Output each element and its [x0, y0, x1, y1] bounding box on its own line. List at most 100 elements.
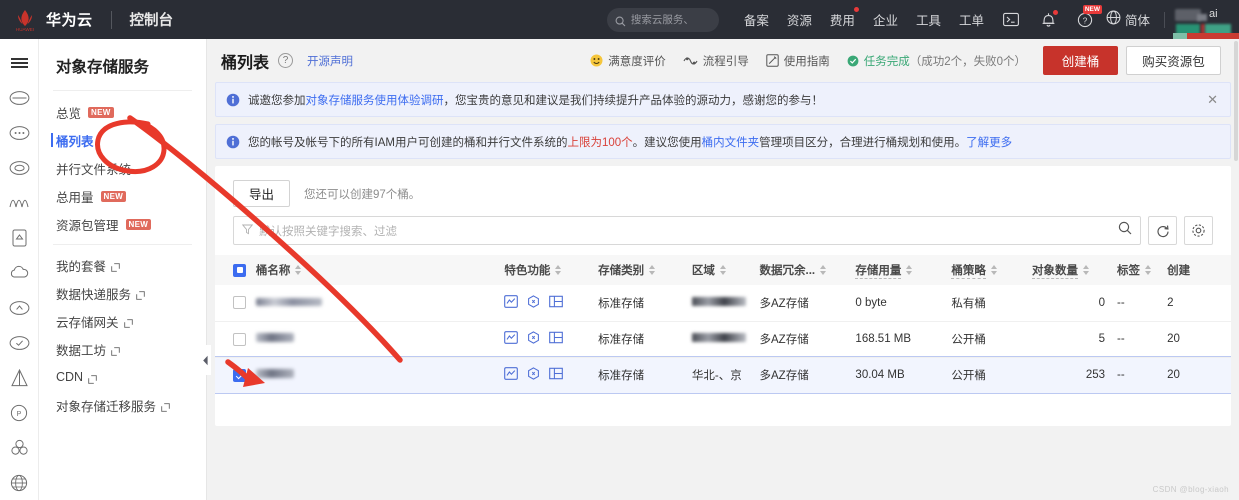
- layout-icon[interactable]: [549, 295, 564, 308]
- search-icon[interactable]: [1118, 221, 1132, 240]
- select-all-checkbox[interactable]: [233, 263, 246, 277]
- col-object-count[interactable]: 对象数量: [1026, 255, 1112, 285]
- cloud-dots-icon[interactable]: [0, 115, 39, 150]
- wave-icon[interactable]: [0, 185, 39, 220]
- sidebar-item-data-express[interactable]: 数据快递服务: [39, 279, 206, 307]
- question-mark-icon[interactable]: ?: [278, 53, 294, 68]
- sidebar-item-label: 我的套餐: [56, 259, 107, 274]
- guide-book-icon: [766, 54, 779, 67]
- cloud-server-icon[interactable]: [0, 80, 39, 115]
- col-policy[interactable]: 桶策略: [945, 255, 1026, 285]
- nav-item-tickets[interactable]: 工单: [959, 10, 984, 29]
- cloud-outline-icon[interactable]: [0, 255, 39, 290]
- sort-icon[interactable]: [649, 265, 656, 275]
- bucket-folder-link[interactable]: 桶内文件夹: [702, 137, 760, 149]
- nav-item-enterprise[interactable]: 企业: [873, 10, 898, 29]
- refresh-button[interactable]: [1148, 216, 1177, 245]
- settings-button[interactable]: [1184, 216, 1213, 245]
- avatar[interactable]: ai: [1173, 5, 1231, 35]
- help-icon[interactable]: ? NEW: [1077, 5, 1102, 28]
- sort-icon[interactable]: [906, 265, 913, 275]
- nav-item-billing[interactable]: 费用: [830, 7, 859, 29]
- monitor-icon[interactable]: [504, 294, 519, 308]
- page-scrollbar[interactable]: [1233, 39, 1239, 500]
- bell-icon[interactable]: [1040, 10, 1058, 28]
- close-icon[interactable]: ✕: [1205, 92, 1220, 108]
- sidebar-item-data-workshop[interactable]: 数据工坊: [39, 335, 206, 363]
- document-icon[interactable]: [0, 220, 39, 255]
- cloud-stack-icon[interactable]: [0, 150, 39, 185]
- row-checkbox[interactable]: [233, 332, 246, 346]
- survey-link[interactable]: 对象存储服务使用体验调研: [306, 95, 444, 107]
- monitor-icon[interactable]: [504, 331, 519, 344]
- learn-more-link[interactable]: 了解更多: [966, 137, 1012, 149]
- global-search-input[interactable]: 搜索云服务、: [606, 7, 719, 32]
- sidebar-item-bucket-list[interactable]: 桶列表: [39, 126, 206, 154]
- table-row[interactable]: 标准存储 多AZ存储 0 byte 私有桶 0 -- 2: [215, 285, 1231, 322]
- task-status[interactable]: 任务完成 （成功2个，失败0个）: [847, 53, 1026, 69]
- sidebar-item-storage-gateway[interactable]: 云存储网关: [39, 307, 206, 335]
- cloud-check-icon[interactable]: [0, 325, 39, 360]
- sort-icon[interactable]: [1083, 265, 1089, 275]
- row-checkbox[interactable]: [233, 296, 246, 310]
- cell-created: 20: [1161, 357, 1231, 394]
- cdn-icon[interactable]: [527, 295, 540, 308]
- sidebar-item-package-mgmt[interactable]: 资源包管理 NEW: [39, 210, 206, 238]
- buy-package-button[interactable]: 购买资源包: [1126, 46, 1221, 75]
- table-row[interactable]: 标准存储 华北-、京 多AZ存储 30.04 MB 公开桶 253 -- 20: [215, 356, 1231, 394]
- nav-item-tools[interactable]: 工具: [916, 10, 941, 29]
- cell-bucket-name[interactable]: [249, 321, 499, 358]
- sort-icon[interactable]: [820, 265, 827, 275]
- col-redundancy[interactable]: 数据冗余...: [753, 255, 850, 285]
- row-select-cell: [215, 321, 250, 358]
- col-storage-class[interactable]: 存储类别: [592, 255, 686, 285]
- col-features[interactable]: 特色功能: [498, 255, 593, 285]
- sidebar-collapse-button[interactable]: [200, 345, 211, 375]
- open-source-statement-link[interactable]: 开源声明: [307, 53, 353, 69]
- sort-icon[interactable]: [555, 265, 562, 275]
- cloud-upload-icon[interactable]: [0, 290, 39, 325]
- create-bucket-button[interactable]: 创建桶: [1043, 46, 1118, 75]
- nav-item-resources[interactable]: 资源: [787, 10, 812, 29]
- flow-guide-button[interactable]: 流程引导: [683, 53, 749, 69]
- col-tags[interactable]: 标签: [1111, 255, 1162, 285]
- cell-bucket-name[interactable]: [249, 285, 499, 322]
- monitor-icon[interactable]: [504, 367, 519, 380]
- user-guide-button[interactable]: 使用指南: [766, 53, 830, 69]
- satisfaction-survey-button[interactable]: 满意度评价: [590, 53, 666, 69]
- search-input[interactable]: 默认按照关键字搜索、过滤: [233, 216, 1141, 245]
- sort-icon[interactable]: [295, 265, 302, 275]
- sidebar-item-total-usage[interactable]: 总用量 NEW: [39, 182, 206, 210]
- language-selector[interactable]: 简体: [1106, 10, 1150, 30]
- hamburger-icon[interactable]: [0, 45, 39, 80]
- sidebar-item-my-package[interactable]: 我的套餐: [39, 251, 206, 279]
- sidebar-item-overview[interactable]: 总览 NEW: [39, 98, 206, 126]
- sort-icon[interactable]: [719, 265, 726, 275]
- layout-icon[interactable]: [549, 331, 564, 344]
- nav-item-beian[interactable]: 备案: [744, 10, 769, 29]
- col-usage[interactable]: 存储用量: [849, 255, 946, 285]
- huawei-logo-icon[interactable]: HUAWEI: [12, 7, 38, 33]
- cell-features: [498, 285, 593, 322]
- sidebar-item-cdn[interactable]: CDN: [39, 363, 206, 391]
- console-label[interactable]: 控制台: [130, 9, 174, 30]
- col-created[interactable]: 创建: [1161, 255, 1231, 285]
- row-checkbox[interactable]: [233, 368, 246, 382]
- cluster-icon[interactable]: [0, 430, 39, 465]
- cloudshell-icon[interactable]: [1003, 11, 1020, 28]
- cell-bucket-name[interactable]: [249, 357, 499, 394]
- cdn-icon[interactable]: [527, 331, 540, 344]
- globe-web-icon[interactable]: [0, 465, 39, 500]
- sort-icon[interactable]: [1145, 265, 1152, 275]
- ip-circle-icon[interactable]: P: [0, 395, 39, 430]
- layout-icon[interactable]: [549, 367, 564, 380]
- export-button[interactable]: 导出: [233, 180, 290, 207]
- cdn-icon[interactable]: [527, 367, 540, 380]
- sidebar-item-parallel-fs[interactable]: 并行文件系统: [39, 154, 206, 182]
- triangle-prism-icon[interactable]: [0, 360, 39, 395]
- sort-icon[interactable]: [990, 265, 997, 275]
- col-bucket-name[interactable]: 桶名称: [249, 255, 499, 285]
- table-row[interactable]: 标准存储 多AZ存储 168.51 MB 公开桶 5 -- 20: [215, 321, 1231, 358]
- sidebar-item-migration-service[interactable]: 对象存储迁移服务: [39, 391, 206, 419]
- col-region[interactable]: 区域: [685, 255, 754, 285]
